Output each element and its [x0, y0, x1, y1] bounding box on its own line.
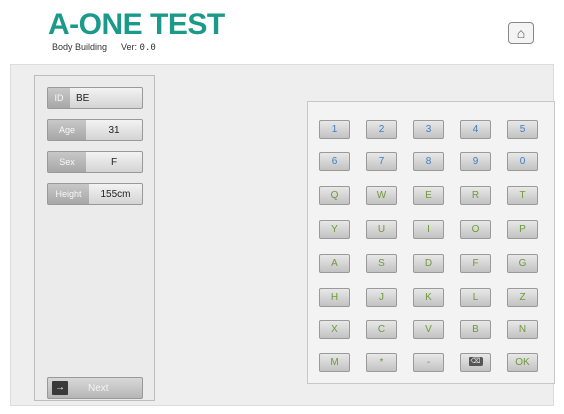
key-8[interactable]: 8: [413, 152, 444, 171]
id-value: BE: [76, 92, 90, 104]
key-l[interactable]: L: [460, 288, 491, 307]
key-h[interactable]: H: [319, 288, 350, 307]
key-i[interactable]: I: [413, 220, 444, 239]
key-k[interactable]: K: [413, 288, 444, 307]
key-f[interactable]: F: [460, 254, 491, 273]
home-icon: ⌂: [516, 25, 526, 41]
key-b[interactable]: B: [460, 320, 491, 339]
key-1[interactable]: 1: [319, 120, 350, 139]
key-4[interactable]: 4: [460, 120, 491, 139]
arrow-right-icon: →: [52, 381, 68, 395]
age-label: Age: [48, 120, 86, 140]
version-value: 0.0: [139, 43, 156, 53]
key-9[interactable]: 9: [460, 152, 491, 171]
id-label: ID: [48, 88, 70, 108]
key-d[interactable]: D: [413, 254, 444, 273]
key-3[interactable]: 3: [413, 120, 444, 139]
key-6[interactable]: 6: [319, 152, 350, 171]
sex-label: Sex: [48, 152, 86, 172]
backspace-button[interactable]: ⌫: [460, 353, 491, 372]
key-asterisk[interactable]: *: [366, 353, 397, 372]
height-field[interactable]: Height 155cm: [47, 183, 143, 205]
key-7[interactable]: 7: [366, 152, 397, 171]
key-v[interactable]: V: [413, 320, 444, 339]
key-o[interactable]: O: [460, 220, 491, 239]
backspace-icon: ⌫: [468, 357, 483, 367]
sex-field[interactable]: Sex F: [47, 151, 143, 173]
key-5[interactable]: 5: [507, 120, 538, 139]
ok-button[interactable]: OK: [507, 353, 538, 372]
home-button[interactable]: ⌂: [508, 22, 534, 44]
version-info: Ver: 0.0: [121, 42, 156, 53]
key-w[interactable]: W: [366, 186, 397, 205]
height-label: Height: [48, 184, 89, 204]
key-dash[interactable]: -: [413, 353, 444, 372]
key-u[interactable]: U: [366, 220, 397, 239]
app-subtitle: Body Building: [52, 42, 108, 52]
age-field[interactable]: Age 31: [47, 119, 143, 141]
keypad: 1 2 3 4 5 6 7 8 9 0 Q W E R T Y U I O P …: [307, 101, 555, 384]
key-e[interactable]: E: [413, 186, 444, 205]
height-value: 155cm: [100, 188, 131, 200]
app-header: A-ONE TEST Body Building Ver: 0.0 ⌂: [0, 0, 564, 62]
key-z[interactable]: Z: [507, 288, 538, 307]
key-p[interactable]: P: [507, 220, 538, 239]
key-x[interactable]: X: [319, 320, 350, 339]
key-t[interactable]: T: [507, 186, 538, 205]
version-label: Ver:: [121, 42, 138, 52]
id-field[interactable]: ID BE: [47, 87, 143, 109]
next-button[interactable]: → Next: [47, 377, 143, 399]
app-title: A-ONE TEST: [48, 8, 225, 41]
age-value: 31: [108, 124, 120, 136]
sex-value: F: [110, 156, 118, 168]
key-r[interactable]: R: [460, 186, 491, 205]
key-q[interactable]: Q: [319, 186, 350, 205]
next-label: Next: [88, 382, 109, 394]
key-s[interactable]: S: [366, 254, 397, 273]
key-y[interactable]: Y: [319, 220, 350, 239]
user-info-panel: ID BE Age 31 Sex F Height 155cm → Next: [34, 75, 155, 401]
key-c[interactable]: C: [366, 320, 397, 339]
key-m[interactable]: M: [319, 353, 350, 372]
key-0[interactable]: 0: [507, 152, 538, 171]
key-a[interactable]: A: [319, 254, 350, 273]
key-n[interactable]: N: [507, 320, 538, 339]
key-j[interactable]: J: [366, 288, 397, 307]
key-g[interactable]: G: [507, 254, 538, 273]
key-2[interactable]: 2: [366, 120, 397, 139]
